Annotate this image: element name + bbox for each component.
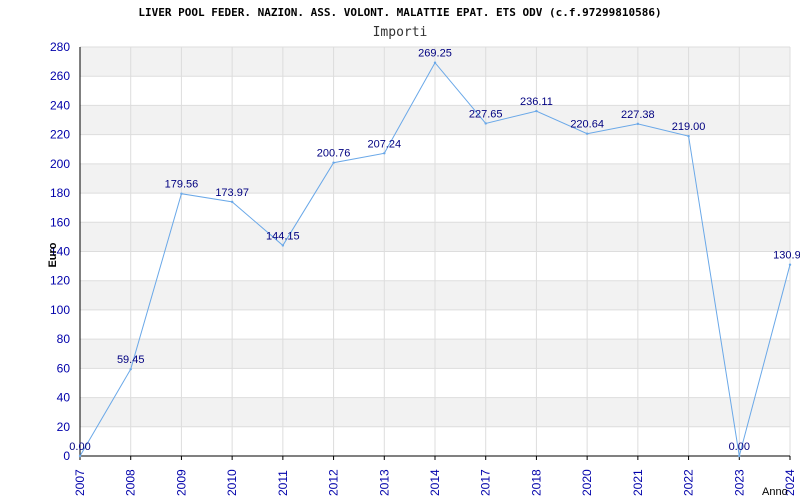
- data-label: 173.97: [215, 187, 249, 199]
- y-tick-label: 60: [57, 361, 71, 375]
- data-label: 227.38: [621, 109, 655, 121]
- x-axis-title: Anno: [762, 486, 788, 498]
- data-label: 179.56: [165, 179, 199, 191]
- y-tick-label: 260: [50, 69, 70, 83]
- x-tick-label: 2022: [682, 469, 696, 496]
- x-tick-label: 2013: [377, 469, 391, 496]
- y-tick-label: 40: [57, 391, 71, 405]
- data-label: 0.00: [729, 441, 750, 453]
- data-point: [535, 109, 538, 113]
- data-label: 200.76: [317, 148, 351, 160]
- data-label: 130.97: [773, 250, 800, 262]
- y-tick-label: 180: [50, 186, 70, 200]
- x-tick-label: 2014: [428, 469, 442, 496]
- data-label: 269.25: [418, 48, 452, 60]
- y-tick-label: 120: [50, 274, 70, 288]
- y-tick-label: 80: [57, 332, 71, 346]
- x-tick-label: 2011: [276, 470, 290, 496]
- x-tick-label: 2021: [631, 469, 645, 496]
- x-tick-label: 2020: [580, 469, 594, 496]
- y-tick-label: 100: [50, 303, 70, 317]
- data-point: [281, 244, 285, 247]
- data-point: [484, 122, 487, 125]
- y-tick-label: 220: [50, 128, 70, 142]
- data-point: [78, 454, 82, 458]
- data-point: [383, 152, 386, 155]
- y-tick-label: 160: [50, 215, 70, 229]
- data-point: [687, 134, 690, 138]
- data-point: [180, 192, 183, 195]
- y-tick-label: 200: [50, 157, 70, 171]
- data-label: 227.65: [469, 108, 503, 120]
- y-tick-label: 20: [57, 420, 71, 434]
- x-tick-label: 2010: [225, 469, 239, 496]
- data-point: [585, 132, 589, 135]
- data-point: [788, 263, 792, 266]
- x-tick-label: 2009: [174, 469, 188, 496]
- x-tick-label: 2008: [124, 469, 138, 496]
- x-tick-label: 2018: [529, 469, 543, 496]
- data-point: [433, 61, 437, 64]
- x-tick-label: 2007: [73, 469, 87, 496]
- data-point: [636, 122, 640, 126]
- x-tick-label: 2017: [479, 469, 493, 496]
- data-label: 219.00: [672, 121, 706, 133]
- data-label: 207.24: [367, 138, 401, 150]
- y-tick-label: 240: [50, 98, 70, 112]
- chart: LIVER POOL FEDER. NAZION. ASS. VOLONT. M…: [0, 0, 800, 500]
- y-tick-label: 280: [50, 40, 70, 54]
- y-axis-title: Euro: [47, 242, 59, 267]
- data-point: [332, 161, 335, 164]
- data-label: 59.45: [117, 354, 145, 366]
- data-point: [230, 200, 234, 204]
- data-label: 0.00: [69, 441, 90, 453]
- data-label: 144.15: [266, 230, 300, 242]
- x-tick-label: 2023: [732, 469, 746, 496]
- chart-plot: 0204060801001201401601802002202402602802…: [47, 40, 800, 498]
- data-label: 220.64: [570, 119, 604, 131]
- x-tick-label: 2012: [327, 469, 341, 496]
- data-point: [738, 454, 741, 458]
- data-point: [129, 367, 132, 371]
- data-label: 236.11: [520, 96, 553, 108]
